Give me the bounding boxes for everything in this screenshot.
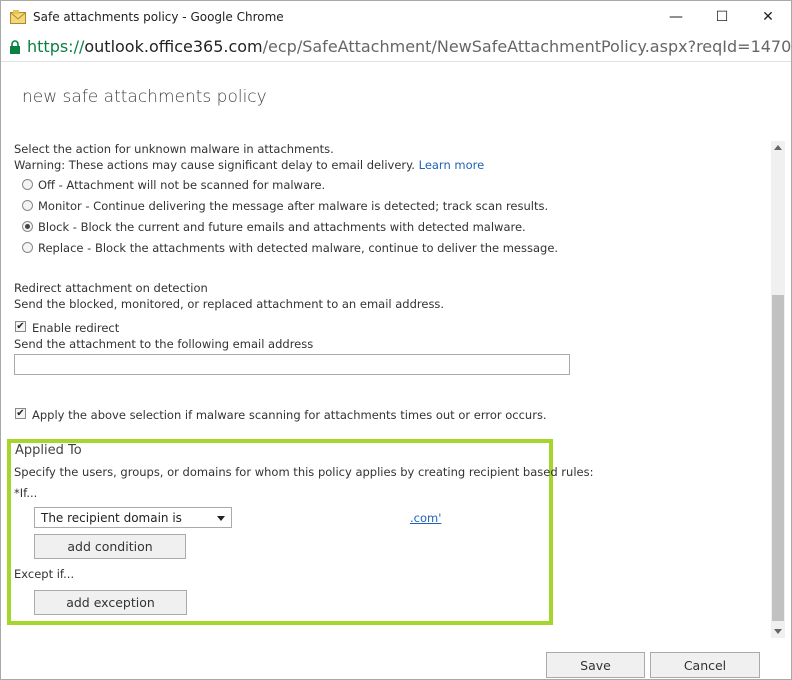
malware-instruction: Select the action for unknown malware in… <box>14 142 334 156</box>
redirect-heading: Redirect attachment on detection <box>14 281 208 295</box>
lock-icon <box>10 40 20 54</box>
maximize-button[interactable]: ☐ <box>699 1 745 33</box>
url-scheme: https:// <box>27 37 85 56</box>
radio-off-label: Off - Attachment will not be scanned for… <box>38 178 326 192</box>
radio-off[interactable] <box>22 179 33 190</box>
add-condition-button[interactable]: add condition <box>34 534 186 559</box>
except-if-label: Except if... <box>14 567 75 581</box>
radio-block[interactable] <box>22 221 33 232</box>
scroll-up-icon[interactable] <box>774 145 782 150</box>
apply-on-timeout-checkbox[interactable]: ✔ <box>15 408 26 419</box>
applied-to-description: Specify the users, groups, or domains fo… <box>14 465 594 479</box>
minimize-icon: — <box>669 9 683 25</box>
learn-more-link[interactable]: Learn more <box>419 158 485 172</box>
enable-redirect-checkbox[interactable]: ✔ <box>15 321 26 332</box>
title-bar: Safe attachments policy - Google Chrome … <box>1 1 791 33</box>
page-title: new safe attachments policy <box>22 87 267 107</box>
radio-monitor[interactable] <box>22 200 33 211</box>
window-title: Safe attachments policy - Google Chrome <box>33 10 284 24</box>
scrollbar-thumb[interactable] <box>772 295 784 621</box>
maximize-icon: ☐ <box>715 9 729 25</box>
if-label: *If... <box>14 486 38 500</box>
condition-select-value: The recipient domain is <box>41 511 182 525</box>
minimize-button[interactable]: — <box>653 1 699 33</box>
envelope-icon <box>10 10 26 24</box>
redirect-description: Send the blocked, monitored, or replaced… <box>14 297 445 311</box>
url-path: /ecp/SafeAttachment/NewSafeAttachmentPol… <box>262 37 791 56</box>
address-bar[interactable]: https://outlook.office365.com/ecp/SafeAt… <box>1 33 791 62</box>
email-field-label: Send the attachment to the following ema… <box>14 337 314 351</box>
close-window-button[interactable]: ✕ <box>745 1 791 33</box>
url-text: https://outlook.office365.com/ecp/SafeAt… <box>27 37 791 56</box>
scroll-down-icon[interactable] <box>774 629 782 634</box>
cancel-button[interactable]: Cancel <box>650 652 760 678</box>
url-host: outlook.office365.com <box>84 37 263 56</box>
radio-replace-label: Replace - Block the attachments with det… <box>38 241 559 255</box>
malware-warning: Warning: These actions may cause signifi… <box>14 158 484 172</box>
condition-value-link[interactable]: .com' <box>410 511 441 525</box>
add-exception-button[interactable]: add exception <box>34 590 187 615</box>
enable-redirect-label: Enable redirect <box>32 321 120 335</box>
vertical-scrollbar[interactable] <box>771 141 785 638</box>
apply-on-timeout-label: Apply the above selection if malware sca… <box>32 408 547 422</box>
condition-select[interactable]: The recipient domain is <box>34 507 232 528</box>
applied-to-heading: Applied To <box>15 443 82 458</box>
radio-replace[interactable] <box>22 242 33 253</box>
chevron-down-icon <box>217 516 225 521</box>
redirect-email-input[interactable] <box>14 354 570 375</box>
browser-window: Safe attachments policy - Google Chrome … <box>0 0 792 680</box>
radio-monitor-label: Monitor - Continue delivering the messag… <box>38 199 549 213</box>
radio-block-label: Block - Block the current and future ema… <box>38 220 526 234</box>
warning-text: Warning: These actions may cause signifi… <box>14 158 415 172</box>
close-icon: ✕ <box>762 9 774 25</box>
save-button[interactable]: Save <box>546 652 645 678</box>
